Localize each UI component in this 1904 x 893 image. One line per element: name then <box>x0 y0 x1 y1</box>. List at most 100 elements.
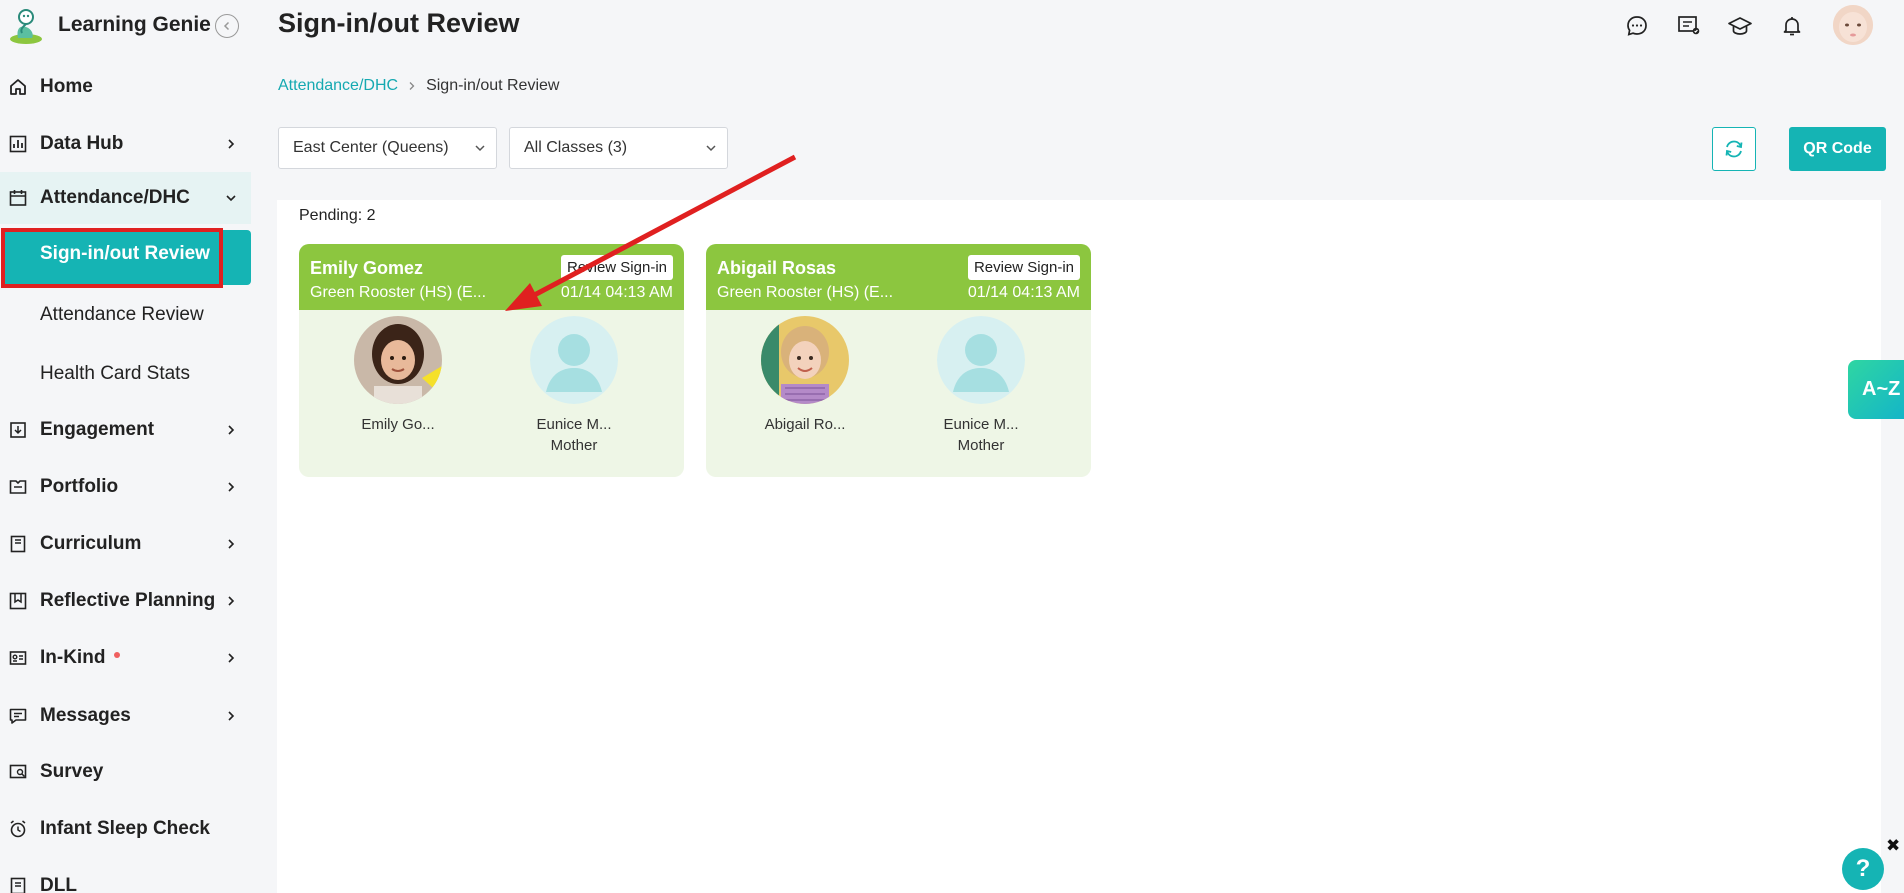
refresh-button[interactable] <box>1712 127 1756 171</box>
user-avatar[interactable] <box>1833 5 1873 45</box>
chevron-down-icon <box>475 145 485 152</box>
alarm-clock-icon <box>8 819 28 839</box>
sidebar-item-infant-sleep-check[interactable]: Infant Sleep Check <box>0 803 251 855</box>
sidebar-item-label: Data Hub <box>40 133 124 154</box>
bookmark-icon <box>8 591 28 611</box>
notifications-button[interactable] <box>1779 13 1805 39</box>
chevron-right-icon <box>224 537 238 551</box>
chevron-right-icon <box>224 709 238 723</box>
chevron-right-icon <box>224 137 238 151</box>
sidebar-item-label: Engagement <box>40 419 155 440</box>
child-photo-image <box>354 316 442 404</box>
child-photo <box>354 316 442 404</box>
sidebar-item-engagement[interactable]: Engagement <box>0 404 251 456</box>
child-person[interactable]: Abigail Ro... <box>745 316 865 433</box>
sidebar-item-portfolio[interactable]: Portfolio <box>0 461 251 513</box>
class-name: Green Rooster (HS) (E... <box>717 284 894 301</box>
parent-person[interactable]: Eunice M... Mother <box>921 316 1041 454</box>
sidebar-item-dll[interactable]: DLL <box>0 860 251 893</box>
book-icon <box>8 534 28 554</box>
child-person[interactable]: Emily Go... <box>338 316 458 433</box>
child-name: Abigail Rosas <box>717 258 837 278</box>
sidebar: Learning Genie Home Data Hub Attendance/… <box>0 0 251 893</box>
chat-bubble-icon <box>1627 16 1647 36</box>
child-short-name: Abigail Ro... <box>764 416 846 433</box>
sidebar-item-label: Home <box>40 76 93 97</box>
brand[interactable]: Learning Genie <box>6 4 211 46</box>
breadcrumb-link-attendance[interactable]: Attendance/DHC <box>278 77 398 95</box>
sidebar-item-survey[interactable]: Survey <box>0 746 251 798</box>
sidebar-item-label: Portfolio <box>40 476 119 497</box>
sidebar-item-reflective-planning[interactable]: Reflective Planning <box>0 575 251 627</box>
sidebar-item-sign-in-out-review[interactable]: Sign-in/out Review <box>0 228 251 288</box>
parent-short-name: Eunice M... <box>943 416 1019 433</box>
baby-face-icon <box>1833 5 1873 45</box>
review-card: Emily Gomez Green Rooster (HS) (E... 01/… <box>299 244 684 477</box>
message-icon <box>8 706 28 726</box>
sidebar-item-data-hub[interactable]: Data Hub <box>0 118 251 170</box>
sidebar-item-label: Reflective Planning <box>40 590 216 611</box>
pending-count: Pending: 2 <box>299 207 376 224</box>
home-icon <box>8 77 28 97</box>
chat-button[interactable] <box>1624 13 1650 39</box>
classes-select-value: All Classes (3) <box>524 139 628 156</box>
sidebar-item-label: Sign-in/out Review <box>40 243 210 264</box>
sidebar-item-attendance-dhc[interactable]: Attendance/DHC <box>0 172 251 224</box>
sidebar-item-label: Health Card Stats <box>40 363 190 384</box>
sidebar-item-label: Infant Sleep Check <box>40 818 210 839</box>
sidebar-item-label: Curriculum <box>40 533 142 554</box>
child-photo <box>761 316 849 404</box>
card-header: Abigail Rosas Green Rooster (HS) (E... 0… <box>706 244 1091 310</box>
close-help-icon[interactable]: ✖ <box>1886 836 1900 856</box>
sign-in-time: 01/14 04:13 AM <box>560 284 673 301</box>
review-panel: Pending: 2 Emily Gomez Green Rooster (HS… <box>277 200 1881 893</box>
sidebar-item-messages[interactable]: Messages <box>0 690 251 742</box>
id-card-icon <box>8 648 28 668</box>
dll-icon <box>8 876 28 893</box>
child-name: Emily Gomez <box>310 258 424 278</box>
sidebar-item-in-kind[interactable]: In-Kind <box>0 632 251 684</box>
class-name: Green Rooster (HS) (E... <box>310 284 487 301</box>
sidebar-item-label: In-Kind <box>40 647 121 669</box>
help-button[interactable]: ? <box>1842 848 1884 890</box>
user-placeholder-icon <box>530 316 618 404</box>
parent-relation: Mother <box>550 437 598 454</box>
app-name: Learning Genie <box>58 13 211 36</box>
center-select[interactable]: East Center (Queens) <box>278 127 497 169</box>
sidebar-item-health-card-stats[interactable]: Health Card Stats <box>0 348 251 400</box>
notification-dot <box>114 651 121 658</box>
child-photo-image <box>761 316 849 404</box>
engagement-icon <box>8 420 28 440</box>
sidebar-item-label: Messages <box>40 705 131 726</box>
parent-person[interactable]: Eunice M... Mother <box>514 316 634 454</box>
chevron-right-icon <box>224 480 238 494</box>
parent-short-name: Eunice M... <box>536 416 612 433</box>
collapse-sidebar-button[interactable] <box>215 14 239 38</box>
academy-button[interactable] <box>1727 13 1753 39</box>
presentation-icon <box>1678 16 1700 35</box>
page-title: Sign-in/out Review <box>278 8 520 38</box>
chevron-right-icon <box>224 423 238 437</box>
qr-code-button[interactable]: QR Code <box>1789 127 1886 171</box>
user-placeholder-icon <box>937 316 1025 404</box>
review-sign-in-button[interactable]: Review Sign-in <box>560 255 673 280</box>
breadcrumb-current: Sign-in/out Review <box>426 77 560 94</box>
sidebar-item-home[interactable]: Home <box>0 61 251 113</box>
calendar-icon <box>8 188 28 208</box>
child-short-name: Emily Go... <box>361 416 435 433</box>
a-z-sort-tab[interactable]: A~Z <box>1848 360 1904 419</box>
survey-icon <box>8 762 28 782</box>
sidebar-item-attendance-review[interactable]: Attendance Review <box>0 289 251 341</box>
parent-relation: Mother <box>957 437 1005 454</box>
review-card: Abigail Rosas Green Rooster (HS) (E... 0… <box>706 244 1091 477</box>
center-select-value: East Center (Queens) <box>293 139 449 156</box>
classes-select[interactable]: All Classes (3) <box>509 127 728 169</box>
review-sign-in-button[interactable]: Review Sign-in <box>967 255 1080 280</box>
card-header: Emily Gomez Green Rooster (HS) (E... 01/… <box>299 244 684 310</box>
sidebar-item-curriculum[interactable]: Curriculum <box>0 518 251 570</box>
sidebar-item-label: DLL <box>40 875 77 893</box>
breadcrumb: Attendance/DHC Sign-in/out Review <box>278 77 559 95</box>
presentation-button[interactable] <box>1676 13 1702 39</box>
sign-in-time: 01/14 04:13 AM <box>967 284 1080 301</box>
chevron-down-icon <box>706 145 716 152</box>
